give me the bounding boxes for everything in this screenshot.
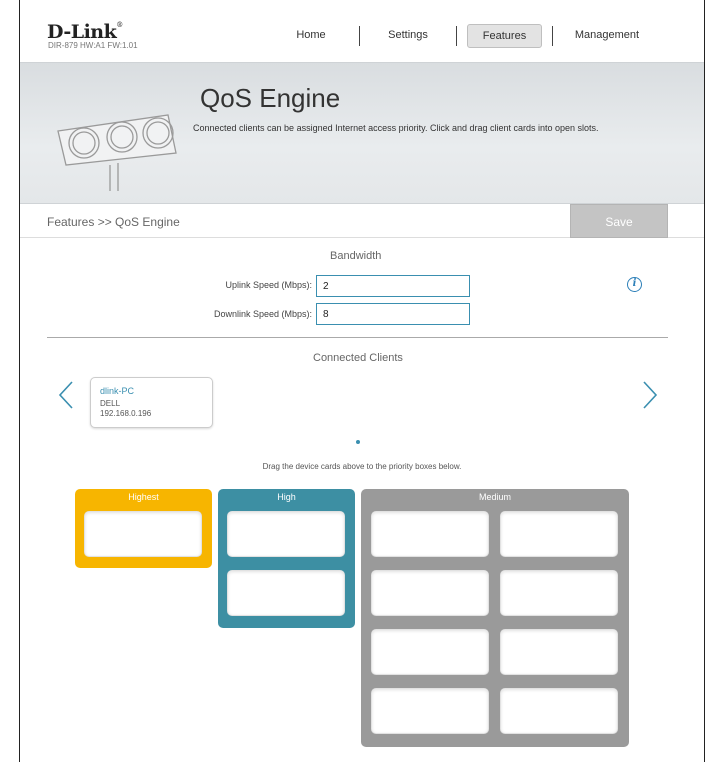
nav-features[interactable]: Features [467, 24, 542, 48]
page-frame: D-Link® DIR-879 HW:A1 FW:1.01 Home Setti… [19, 0, 705, 762]
page-banner: QoS Engine Connected clients can be assi… [20, 62, 704, 204]
client-card[interactable]: dlink-PC DELL 192.168.0.196 [90, 377, 213, 428]
save-button[interactable]: Save [570, 204, 668, 238]
connected-clients-title: Connected Clients [313, 352, 403, 364]
drag-hint: Drag the device cards above to the prior… [262, 462, 462, 471]
downlink-label: Downlink Speed (Mbps): [213, 309, 312, 319]
priority-slot[interactable] [500, 511, 618, 557]
breadcrumb: Features >> QoS Engine [47, 215, 180, 229]
priority-slot[interactable] [84, 511, 202, 557]
priority-label-highest: Highest [128, 492, 159, 502]
uplink-label: Uplink Speed (Mbps): [225, 280, 312, 290]
priority-slot[interactable] [500, 629, 618, 675]
previous-arrow-icon[interactable] [56, 380, 76, 410]
priority-box-highest: Highest [75, 489, 212, 568]
nav-settings[interactable]: Settings [360, 24, 456, 48]
priority-slot[interactable] [227, 511, 345, 557]
priority-slot[interactable] [371, 511, 489, 557]
priority-box-high: High [218, 489, 355, 628]
bandwidth-title: Bandwidth [330, 250, 382, 262]
priority-slot[interactable] [371, 688, 489, 734]
info-icon[interactable]: i [627, 277, 642, 292]
next-arrow-icon[interactable] [640, 380, 660, 410]
priority-label-high: High [277, 492, 296, 502]
page-title: QoS Engine [200, 83, 341, 113]
main-nav: Home Settings Features Management [263, 24, 661, 48]
priority-box-medium: Medium [361, 489, 629, 747]
priority-slot[interactable] [500, 688, 618, 734]
model-info: DIR-879 HW:A1 FW:1.01 [48, 41, 138, 50]
client-name: dlink-PC [100, 386, 135, 396]
nav-management[interactable]: Management [553, 24, 661, 48]
traffic-light-icon [57, 114, 177, 191]
priority-slot[interactable] [227, 570, 345, 616]
priority-slot[interactable] [500, 570, 618, 616]
priority-label-medium: Medium [478, 492, 511, 502]
nav-separator [456, 26, 457, 46]
client-vendor: DELL [100, 399, 121, 408]
carousel-page-indicator[interactable] [356, 440, 360, 444]
header: D-Link® DIR-879 HW:A1 FW:1.01 Home Setti… [20, 0, 704, 60]
uplink-speed-input[interactable] [316, 275, 470, 297]
nav-home[interactable]: Home [263, 24, 359, 48]
page-description: Connected clients can be assigned Intern… [193, 123, 599, 133]
downlink-speed-input[interactable] [316, 303, 470, 325]
breadcrumb-bar: Features >> QoS Engine Save [20, 204, 704, 238]
section-divider [47, 337, 668, 338]
priority-slot[interactable] [371, 570, 489, 616]
dlink-logo: D-Link® [47, 21, 123, 43]
client-ip: 192.168.0.196 [100, 409, 152, 418]
priority-slot[interactable] [371, 629, 489, 675]
